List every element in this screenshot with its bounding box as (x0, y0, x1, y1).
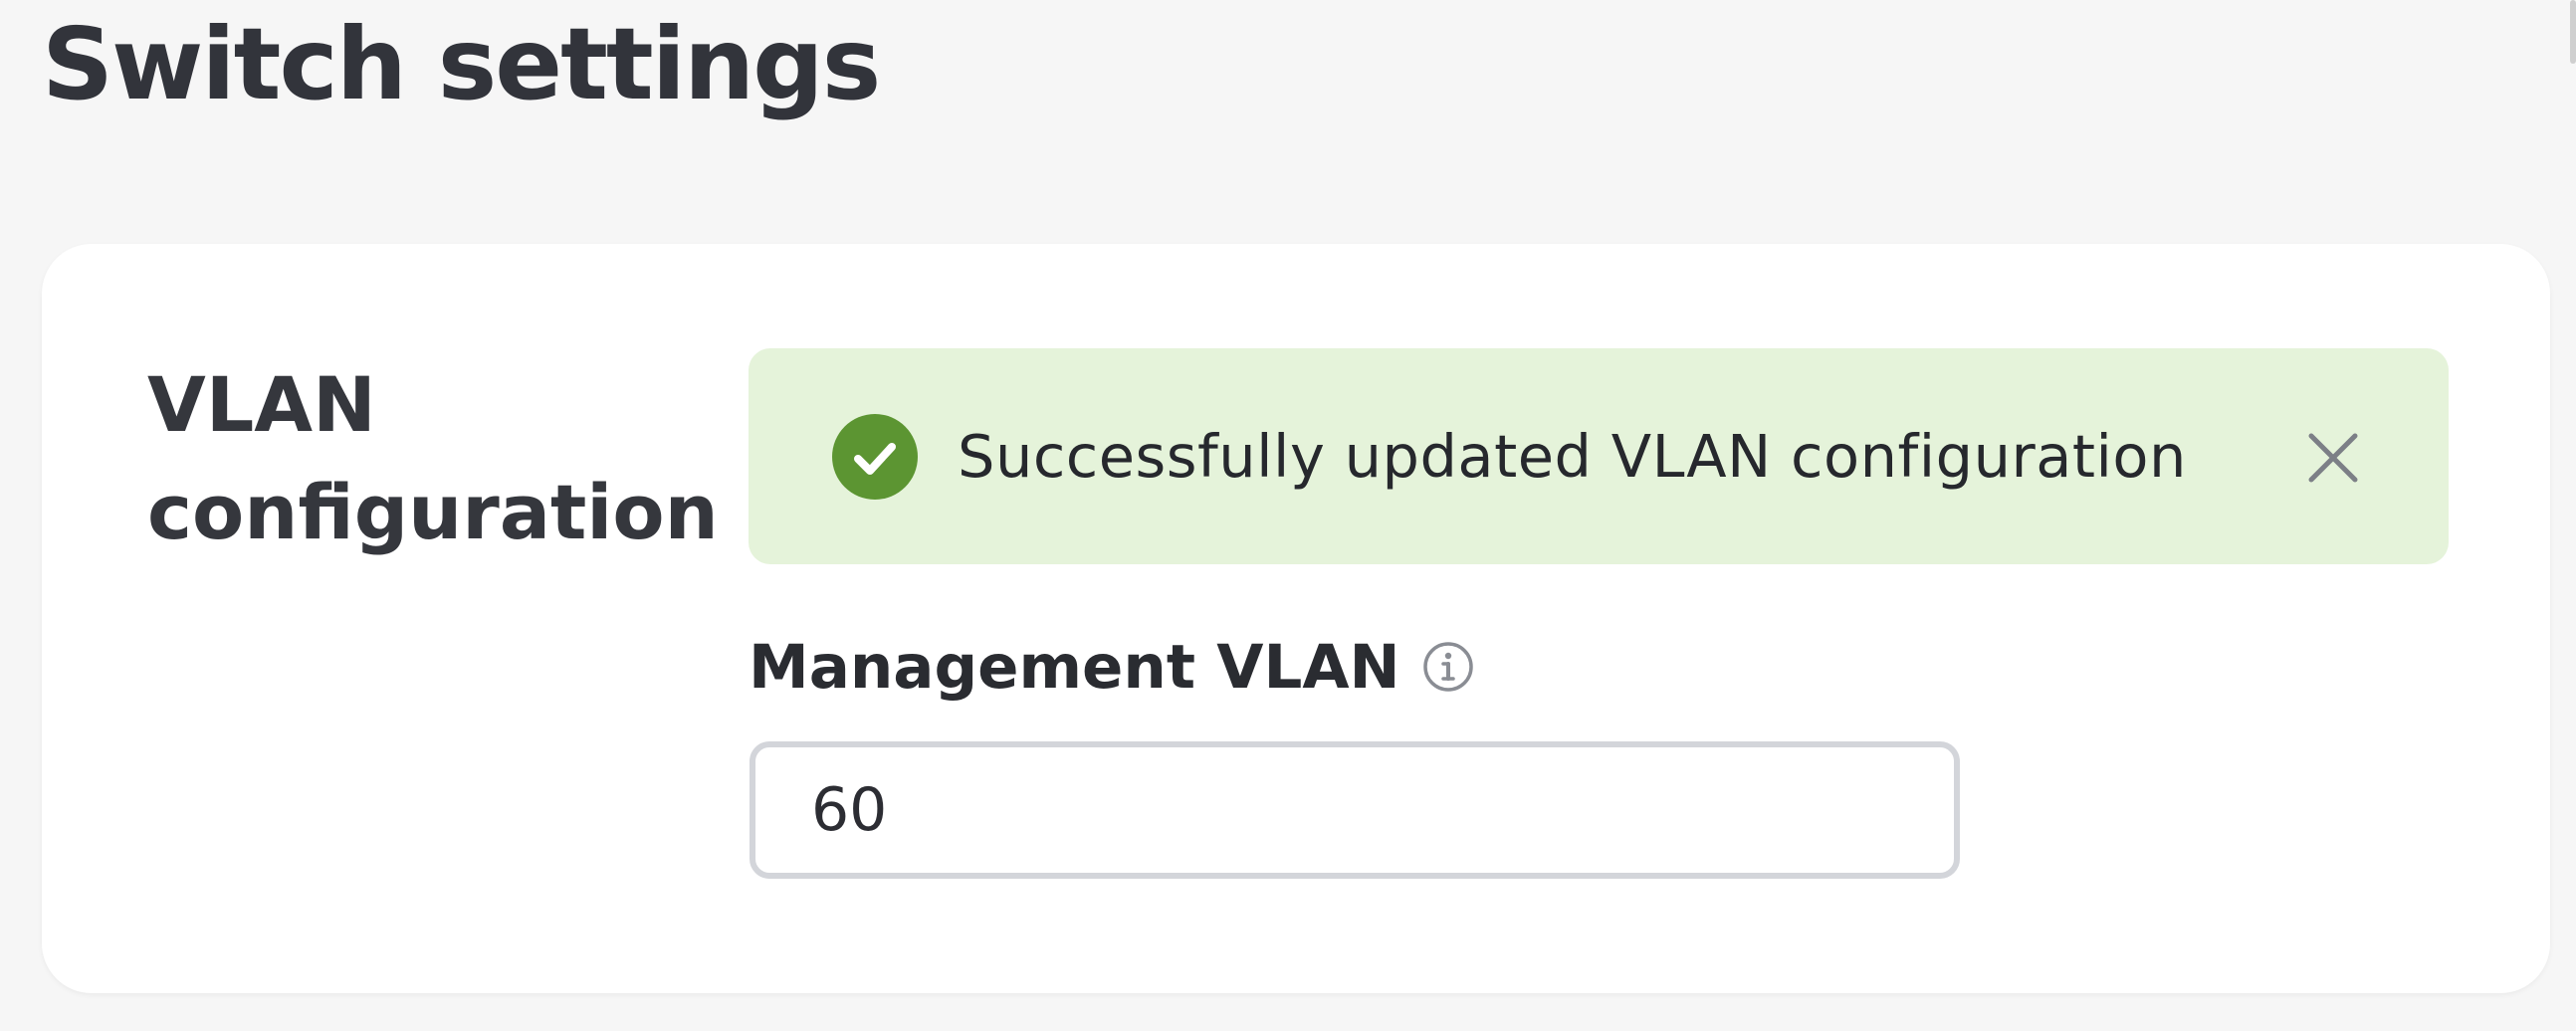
check-circle-icon (832, 414, 918, 500)
success-alert: Successfully updated VLAN configuration (749, 348, 2449, 564)
vlan-configuration-card: VLAN configuration Successfully updated … (42, 244, 2550, 993)
management-vlan-label: Management VLAN (749, 631, 1400, 703)
section-title: VLAN configuration (147, 360, 719, 556)
management-vlan-label-row: Management VLAN (749, 622, 1474, 712)
page-title: Switch settings (42, 6, 881, 122)
management-vlan-input[interactable] (750, 741, 1960, 879)
close-icon[interactable] (2307, 432, 2359, 484)
alert-message: Successfully updated VLAN configuration (958, 422, 2187, 491)
scrollbar-thumb[interactable] (2570, 0, 2576, 64)
info-icon[interactable] (1422, 641, 1474, 693)
